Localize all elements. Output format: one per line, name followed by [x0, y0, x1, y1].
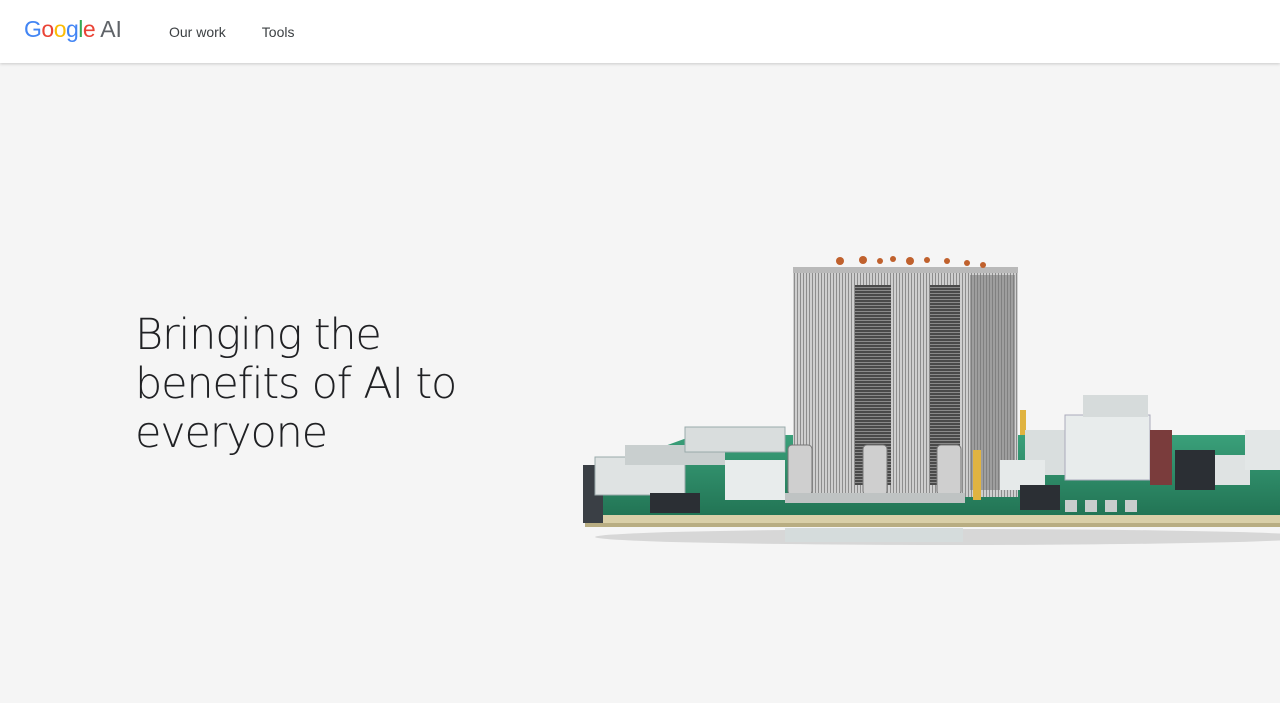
- hero-title-line-3: everyone: [135, 408, 328, 458]
- logo-letter-e: e: [82, 16, 96, 42]
- main-nav: Our work Tools: [169, 22, 330, 42]
- page-bottom-edge: [0, 703, 1280, 711]
- top-header: Google AI Our work Tools: [0, 0, 1280, 63]
- logo-letter-o1: o: [41, 16, 54, 42]
- logo-letter-g2: g: [65, 16, 79, 42]
- logo-letter-g: G: [24, 16, 42, 42]
- logo-suffix: AI: [100, 16, 122, 42]
- hero-title-line-1: Bringing the: [135, 310, 382, 360]
- google-ai-logo[interactable]: Google AI: [24, 16, 122, 48]
- hero-title: Bringing the benefits of AI to everyone: [135, 311, 535, 458]
- nav-our-work[interactable]: Our work: [169, 22, 226, 42]
- tpu-circuit-board-image: [583, 256, 1280, 545]
- google-wordmark: Google: [24, 16, 96, 43]
- hero-title-line-2: benefits of AI to: [135, 359, 457, 409]
- nav-tools[interactable]: Tools: [262, 22, 295, 42]
- logo-letter-o2: o: [53, 16, 67, 42]
